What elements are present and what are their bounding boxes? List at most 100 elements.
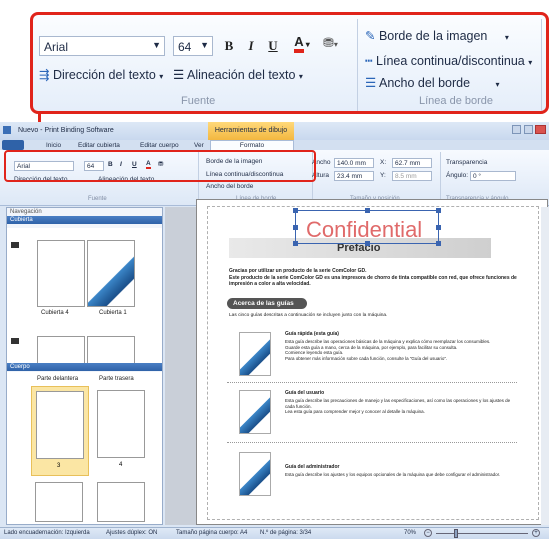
line-style-button[interactable]: ┅ Línea continua/discontinua ▾ bbox=[365, 53, 532, 68]
height-input[interactable]: 23.4 mm bbox=[334, 171, 374, 181]
image-border-button[interactable]: ✎ Borde de la imagen ▾ bbox=[365, 28, 509, 43]
drawing-tools-context: Herramientas de dibujo bbox=[208, 122, 294, 140]
cover-thumb-4[interactable] bbox=[37, 240, 85, 307]
maximize-icon[interactable] bbox=[524, 125, 533, 134]
resize-handle[interactable] bbox=[436, 208, 441, 213]
guide-title: Guía rápida (esta guía) bbox=[285, 331, 339, 337]
italic-button[interactable]: I bbox=[241, 36, 261, 56]
guide-body: Esta guía describe las operaciones básic… bbox=[285, 339, 491, 361]
zoom-slider[interactable] bbox=[436, 533, 528, 534]
chevron-down-icon: ▼ bbox=[152, 40, 161, 50]
vertical-scrollbar[interactable] bbox=[541, 207, 549, 525]
border-width-button[interactable]: Ancho del borde bbox=[206, 183, 253, 190]
page-number: 4 bbox=[119, 462, 123, 468]
angle-label: Ángulo: bbox=[446, 172, 469, 179]
app-icon bbox=[3, 126, 11, 134]
y-input[interactable]: 8.5 mm bbox=[392, 171, 432, 181]
text-alignment-button[interactable]: ☰ Alineación del texto ▾ bbox=[173, 67, 303, 82]
zoom-out-icon[interactable]: − bbox=[424, 529, 432, 537]
body-list: Parte delantera Parte trasera 3 4 bbox=[7, 372, 162, 524]
intro-text: Gracias por utilizar un producto de la s… bbox=[229, 268, 517, 287]
resize-handle[interactable] bbox=[365, 208, 370, 213]
text-direction-icon: ⇶ bbox=[39, 68, 50, 82]
cover-thumb[interactable] bbox=[87, 336, 135, 364]
angle-input[interactable]: 0 ° bbox=[470, 171, 516, 181]
minimize-icon[interactable] bbox=[512, 125, 521, 134]
title-bar: Nuevo - Print Binding Software Herramien… bbox=[0, 122, 549, 140]
tab-editar-cuerpo[interactable]: Editar cuerpo bbox=[140, 142, 179, 149]
font-name-select[interactable]: Arial ▼ bbox=[39, 36, 165, 56]
nav-title: Navegación bbox=[10, 209, 42, 215]
guide-body: Esta guía describe los ajustes y los equ… bbox=[285, 472, 501, 477]
text-direction-button[interactable]: ⇶ Dirección del texto ▾ bbox=[39, 67, 163, 82]
bold-button[interactable]: B bbox=[219, 36, 239, 56]
watermark-text: Confidential bbox=[306, 217, 423, 242]
resize-handle[interactable] bbox=[293, 241, 298, 246]
font-name-value: Arial bbox=[44, 40, 69, 54]
tab-inicio[interactable]: Inicio bbox=[46, 142, 61, 149]
x-label: X: bbox=[380, 159, 387, 166]
body-header[interactable]: Cuerpo bbox=[7, 363, 162, 371]
resize-handle[interactable] bbox=[436, 225, 441, 230]
tab-formato[interactable]: Formato bbox=[210, 140, 294, 150]
cover-thumb[interactable] bbox=[37, 336, 85, 364]
resize-handle[interactable] bbox=[365, 241, 370, 246]
navigation-pane: Navegación Cubierta Cubierta 4 Cubierta … bbox=[6, 207, 163, 525]
guide-cover-image bbox=[239, 390, 271, 434]
y-label: Y: bbox=[380, 172, 386, 179]
resize-handle[interactable] bbox=[293, 208, 298, 213]
section-title: Acerca de las guías bbox=[227, 298, 307, 309]
guide-title: Guía del administrador bbox=[285, 464, 340, 470]
page-thumb[interactable] bbox=[35, 482, 83, 522]
font-color-button[interactable]: A ▾ bbox=[287, 34, 317, 54]
divider bbox=[227, 382, 517, 383]
page-number: 3 bbox=[57, 463, 61, 469]
resize-handle[interactable] bbox=[436, 241, 441, 246]
zoom-level: 70% bbox=[404, 530, 417, 536]
file-tab[interactable] bbox=[2, 140, 24, 150]
divider bbox=[541, 19, 542, 111]
divider bbox=[227, 442, 517, 443]
guide-cover-image bbox=[239, 452, 271, 496]
underline-button[interactable]: U bbox=[263, 36, 283, 56]
divider bbox=[357, 19, 358, 111]
x-input[interactable]: 62.7 mm bbox=[392, 158, 432, 168]
shape-fill-button[interactable]: ⛃▾ bbox=[323, 35, 349, 55]
group-font-title: Fuente bbox=[181, 95, 216, 107]
guide-title: Guía del usuario bbox=[285, 390, 325, 396]
page-number-status: N.º de página: 3/34 bbox=[260, 530, 312, 536]
cover-thumb-1[interactable] bbox=[87, 240, 135, 307]
page-thumb[interactable] bbox=[97, 482, 145, 522]
duplex-status: Ajustes dúplex: ON bbox=[106, 530, 158, 536]
tab-row: Inicio Editar cubierta Editar cuerpo Ver… bbox=[0, 140, 549, 150]
dashed-line-icon: ┅ bbox=[365, 54, 373, 68]
front-label: Parte delantera bbox=[37, 376, 79, 382]
resize-handle[interactable] bbox=[293, 225, 298, 230]
tab-ver[interactable]: Ver bbox=[194, 142, 204, 149]
guide-cover-image bbox=[239, 332, 271, 376]
ribbon-zoom-callout: Arial ▼ 64 ▼ B I U A ▾ ⛃▾ ⇶ Dirección de… bbox=[30, 12, 549, 114]
document-page: Prefacio Confidential Gracias por utiliz… bbox=[196, 199, 548, 525]
zoom-in-icon[interactable]: + bbox=[532, 529, 540, 537]
page-size-status: Tamaño página cuerpo: A4 bbox=[176, 530, 248, 536]
zoom-slider-thumb[interactable] bbox=[454, 529, 458, 538]
width-input[interactable]: 140.0 mm bbox=[334, 158, 374, 168]
border-width-button[interactable]: ☰ Ancho del borde ▾ bbox=[365, 75, 500, 90]
group-font-title: Fuente bbox=[88, 196, 107, 202]
transparency-button[interactable]: Transparencia bbox=[446, 159, 487, 166]
chevron-down-icon: ▼ bbox=[200, 40, 209, 50]
close-icon[interactable] bbox=[535, 125, 546, 134]
page-thumb-selected[interactable]: 3 bbox=[31, 386, 89, 476]
page-thumb-4[interactable] bbox=[97, 390, 145, 458]
cover-thumb-label: Cubierta 4 bbox=[41, 310, 69, 316]
paint-bucket-icon: ⛃ bbox=[323, 35, 334, 50]
text-box-selected[interactable]: Confidential bbox=[293, 208, 441, 246]
chevron-down-icon: ▾ bbox=[305, 39, 310, 49]
printer-icon bbox=[11, 242, 19, 248]
tab-editar-cubierta[interactable]: Editar cubierta bbox=[78, 142, 120, 149]
ribbon-highlight bbox=[4, 150, 316, 182]
chevron-down-icon: ▾ bbox=[333, 40, 338, 49]
font-size-select[interactable]: 64 ▼ bbox=[173, 36, 213, 56]
cover-header[interactable]: Cubierta bbox=[7, 216, 162, 224]
status-bar: Lado encuadernación: Izquierda Ajustes d… bbox=[0, 527, 549, 539]
